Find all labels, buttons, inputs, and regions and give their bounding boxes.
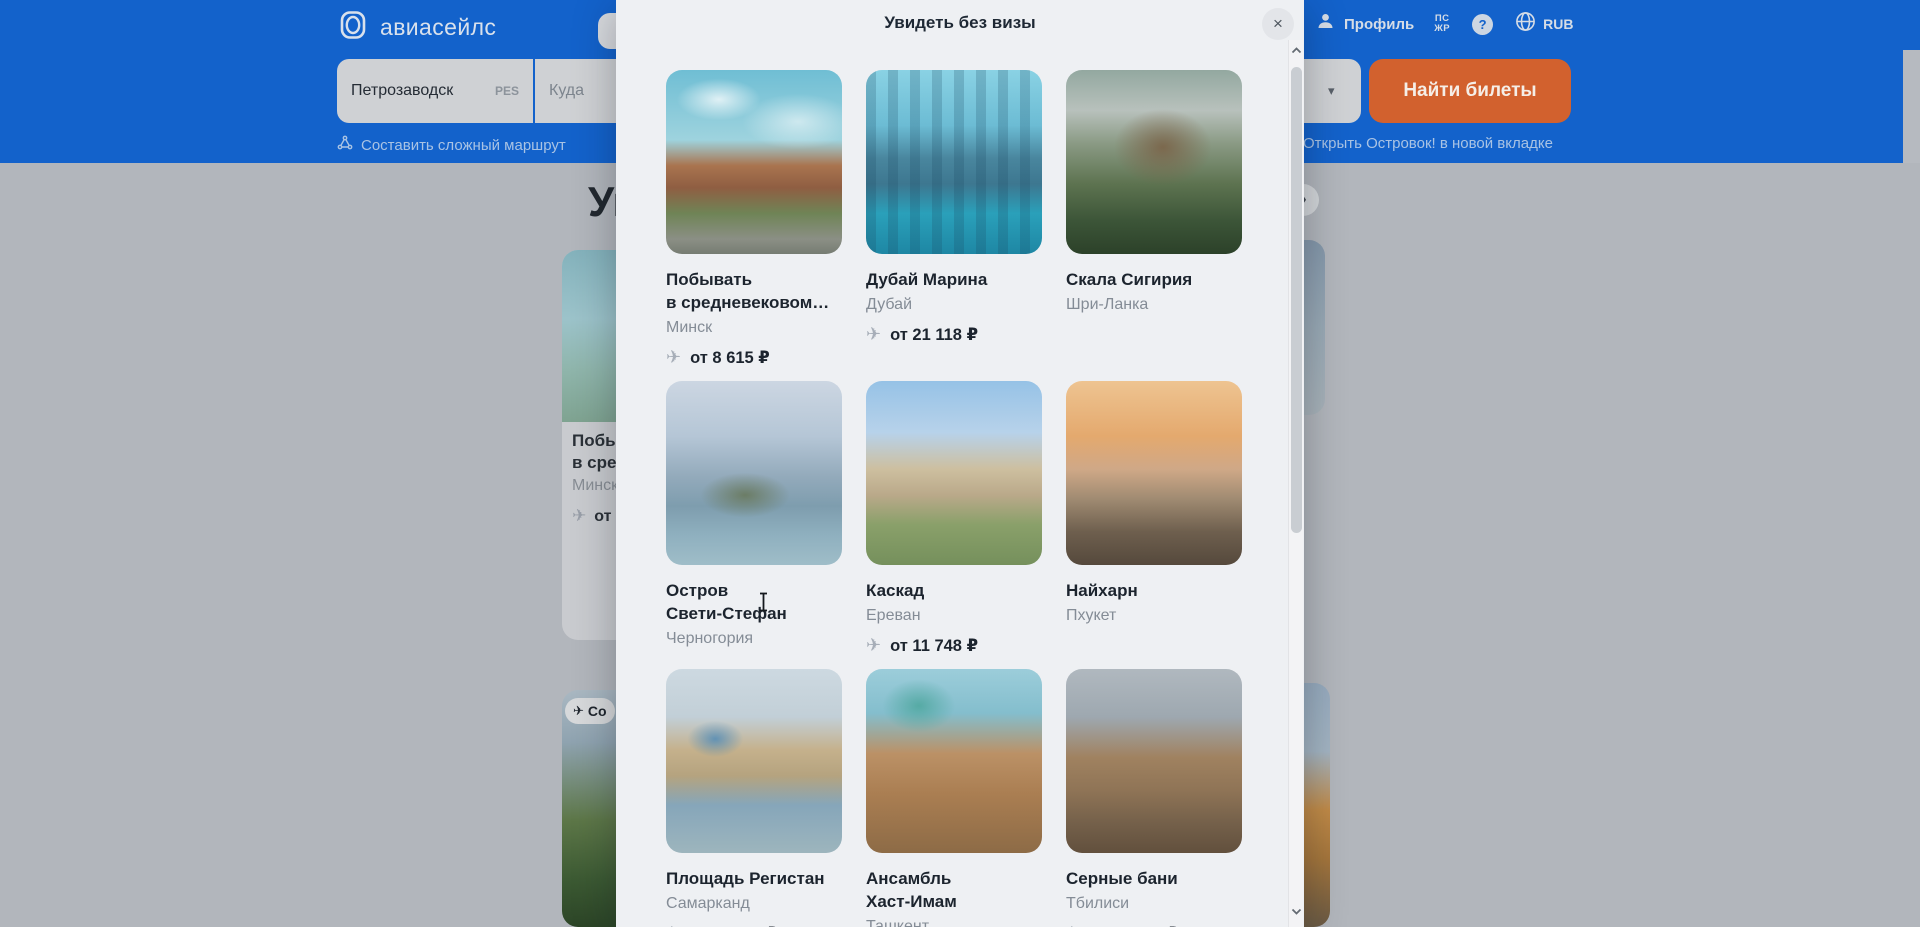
card-title-line: Площадь Регистан xyxy=(666,867,842,890)
destination-card[interactable]: Побыватьв средневековом…Минск ✈ от 8 615 ₽ xyxy=(666,70,842,368)
ostrovok-option-label[interactable]: Открыть Островок! в новой вкладке xyxy=(1303,135,1553,152)
card-subtitle: Самарканд xyxy=(666,891,842,917)
plane-icon: ✈ xyxy=(866,635,881,656)
account-bar: Профиль ПС ЖР ? RUB xyxy=(1316,9,1573,39)
card-title-line: Остров xyxy=(666,579,842,602)
card-title-line: Серные бани xyxy=(1066,867,1242,890)
card-price-row: ✈ от 19 743 ₽ xyxy=(1066,923,1242,927)
globe-icon xyxy=(1515,11,1536,37)
card-price: от 19 743 ₽ xyxy=(1090,924,1179,927)
card-price-row: ✈ от 24 115 ₽ xyxy=(666,923,842,927)
logo-text: авиасейлс xyxy=(380,14,496,41)
psgr-icon[interactable]: ПС ЖР xyxy=(1434,14,1450,34)
card-price: от 24 115 ₽ xyxy=(690,924,778,927)
tbilisi-baths-photo xyxy=(1066,669,1242,853)
card-subtitle: Пхукет xyxy=(1066,603,1242,629)
search-form: PES xyxy=(337,59,635,123)
find-tickets-button[interactable]: Найти билеты xyxy=(1369,59,1571,123)
cascade-photo xyxy=(866,381,1042,565)
card-title-line: Найхарн xyxy=(1066,579,1242,602)
destination-card[interactable]: КаскадЕреван ✈ от 11 748 ₽ xyxy=(866,381,1042,656)
destination-card[interactable]: АнсамбльХаст-ИмамТашкент xyxy=(866,669,1042,927)
registan-photo xyxy=(666,669,842,853)
passengers-field-fragment[interactable]: ▾ xyxy=(1304,59,1361,123)
card-row: Площадь РегистанСамарканд ✈ от 24 115 ₽ Анс… xyxy=(666,669,1242,927)
card-subtitle: Минск xyxy=(666,315,842,341)
card-price-row: ✈ от 8 615 ₽ xyxy=(666,347,842,368)
complex-route-link[interactable]: Составить сложный маршрут xyxy=(337,135,566,155)
plane-icon: ✈ xyxy=(572,506,586,526)
card-title-line: Свети-Стефан xyxy=(666,602,842,625)
card-title-line: Каскад xyxy=(866,579,1042,602)
plane-icon: ✈ xyxy=(666,923,681,927)
plane-icon: ✈ xyxy=(1066,923,1081,927)
close-icon[interactable]: × xyxy=(1262,8,1294,40)
card-subtitle: Ереван xyxy=(866,603,1042,629)
scroll-up-icon[interactable] xyxy=(1290,42,1303,60)
mir-castle-photo xyxy=(666,70,842,254)
sigiriya-photo xyxy=(1066,70,1242,254)
aviasales-logo[interactable]: авиасейлс xyxy=(337,9,496,46)
card-title-line: Дубай Марина xyxy=(866,268,1042,291)
app-window: авиасейлс Профиль ПС ЖР ? xyxy=(0,0,1920,927)
destination-input[interactable] xyxy=(549,82,621,100)
route-icon xyxy=(337,135,353,155)
card-subtitle: Дубай xyxy=(866,292,1042,318)
help-icon[interactable]: ? xyxy=(1472,14,1493,35)
card-title-line: Скала Сигирия xyxy=(1066,268,1242,291)
origin-input[interactable] xyxy=(351,82,489,100)
destination-card[interactable]: Скала СигирияШри-Ланка xyxy=(1066,70,1242,368)
card-title-line: Хаст-Имам xyxy=(866,890,1042,913)
destination-card[interactable]: Площадь РегистанСамарканд ✈ от 24 115 ₽ xyxy=(666,669,842,927)
destination-card[interactable]: Серные баниТбилиси ✈ от 19 743 ₽ xyxy=(1066,669,1242,927)
currency-selector[interactable]: RUB xyxy=(1543,16,1573,32)
card-title-line: в средневековом… xyxy=(666,291,842,314)
plane-icon: ✈ xyxy=(866,324,881,345)
plane-icon: ✈ xyxy=(666,347,681,368)
card-title-line: Побывать xyxy=(666,268,842,291)
destination-card[interactable]: ОстровСвети-СтефанЧерногория xyxy=(666,381,842,656)
card-price: от 11 748 ₽ xyxy=(890,636,978,656)
profile-button[interactable]: Профиль xyxy=(1344,16,1414,33)
card-subtitle: Шри-Ланка xyxy=(1066,292,1242,318)
card-row: ОстровСвети-СтефанЧерногорияКаскадЕреван… xyxy=(666,381,1242,656)
plane-icon: ✈ xyxy=(573,703,584,719)
hast-imam-photo xyxy=(866,669,1042,853)
scrollbar-thumb[interactable] xyxy=(1291,67,1302,533)
card-subtitle: Черногория xyxy=(666,626,842,652)
modal-title: Увидеть без визы xyxy=(616,13,1304,33)
text-cursor xyxy=(757,592,770,617)
search-form-right: ▾ Найти билеты xyxy=(1304,59,1571,123)
promo-badge: ✈ Со xyxy=(565,698,615,724)
card-row: Побыватьв средневековом…Минск ✈ от 8 615 ₽… xyxy=(666,70,1242,368)
card-title-line: Ансамбль xyxy=(866,867,1042,890)
browser-scrollbar-strip[interactable] xyxy=(1903,50,1920,163)
visa-free-modal: Увидеть без визы × Побыватьв средневеков… xyxy=(616,0,1304,927)
chevron-down-icon: ▾ xyxy=(1328,83,1335,99)
card-price: от 8 615 ₽ xyxy=(690,348,770,368)
sveti-stefan-photo xyxy=(666,381,842,565)
card-subtitle: Ташкент xyxy=(866,914,1042,927)
ticket-logo-icon xyxy=(337,9,369,46)
card-price-row: ✈ от 11 748 ₽ xyxy=(866,635,1042,656)
card-subtitle: Тбилиси xyxy=(1066,891,1242,917)
modal-scrollbar[interactable] xyxy=(1288,40,1303,927)
card-price: от 21 118 ₽ xyxy=(890,325,978,345)
card-price-row: ✈ от 21 118 ₽ xyxy=(866,324,1042,345)
origin-field[interactable]: PES xyxy=(337,59,533,123)
origin-iata-code: PES xyxy=(495,84,519,98)
nai-harn-photo xyxy=(1066,381,1242,565)
profile-icon xyxy=(1316,12,1335,36)
dubai-marina-photo xyxy=(866,70,1042,254)
destination-card[interactable]: Дубай МаринаДубай ✈ от 21 118 ₽ xyxy=(866,70,1042,368)
destination-card[interactable]: НайхарнПхукет xyxy=(1066,381,1242,656)
scroll-down-icon[interactable] xyxy=(1290,903,1303,921)
